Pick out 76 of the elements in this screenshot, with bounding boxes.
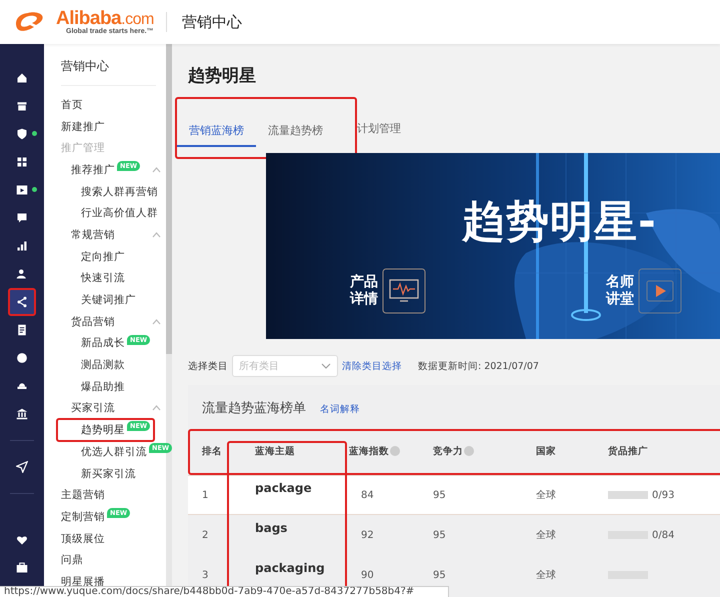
- table-cell: 3: [202, 570, 208, 580]
- sidebar-item[interactable]: 买家引流: [61, 398, 163, 420]
- table-cell: 84: [361, 490, 374, 500]
- table-cell: 2: [202, 530, 208, 540]
- sidebar-item[interactable]: 爆品助推: [61, 376, 127, 398]
- tab[interactable]: 营销蓝海榜: [177, 115, 256, 147]
- filter-label: 选择类目: [188, 360, 228, 372]
- document-icon: [16, 324, 28, 336]
- banner-label: 名师: [606, 274, 634, 290]
- sidebar-item[interactable]: 测品测款: [61, 354, 127, 376]
- sidebar-item[interactable]: 定向推广: [61, 246, 127, 268]
- share-icon: [16, 296, 28, 308]
- play-icon: [638, 268, 682, 314]
- sidebar-item[interactable]: 新买家引流: [61, 462, 138, 484]
- banner-headline: 趋势明星-: [462, 196, 657, 249]
- home-icon: [16, 72, 28, 84]
- sidebar-item[interactable]: 行业高价值人群: [61, 202, 160, 224]
- sidebar-item[interactable]: 新建推广: [61, 116, 107, 138]
- table-cell: 95: [433, 530, 446, 540]
- table-cell: package: [255, 481, 312, 495]
- nav-item[interactable]: [8, 288, 36, 316]
- table-cell: 0/84: [652, 530, 674, 540]
- table-cell: 92: [361, 530, 374, 540]
- banner-label: 产品: [350, 274, 378, 290]
- page-title: 趋势明星: [188, 65, 257, 87]
- banner-label: 详情: [350, 291, 378, 307]
- column-header: 蓝海主题: [255, 444, 295, 458]
- table-cell: bags: [255, 521, 288, 535]
- sidebar-item[interactable]: 首页: [61, 94, 85, 116]
- banner-label: 讲堂: [606, 291, 634, 307]
- sidebar-group-label: 推广管理: [61, 141, 106, 156]
- bar-chart-icon: [16, 240, 28, 252]
- person-icon: [16, 268, 28, 280]
- app-title: 营销中心: [182, 12, 242, 32]
- banner[interactable]: 趋势明星- 产品 详情 名师 讲堂: [266, 153, 720, 339]
- column-header: 竞争力: [433, 444, 463, 458]
- table-cell: 1: [202, 490, 208, 500]
- store-icon: [16, 100, 28, 112]
- sidebar-title: 营销中心: [61, 58, 156, 86]
- clear-link[interactable]: 清除类目选择: [342, 360, 402, 372]
- column-header: 国家: [536, 444, 556, 458]
- table-cell: 95: [433, 570, 446, 580]
- table-cell: 0/93: [652, 490, 674, 500]
- column-header: 货品推广: [608, 444, 648, 458]
- scrollbar-thumb[interactable]: [166, 44, 172, 354]
- send-icon: [16, 461, 28, 473]
- shield-icon: [16, 128, 28, 140]
- column-header: 排名: [202, 444, 222, 458]
- sidebar-item[interactable]: 主题营销: [61, 484, 107, 506]
- tab[interactable]: 计划管理: [357, 113, 401, 145]
- bank-icon: [16, 408, 28, 420]
- table-cell-text: 全球: [536, 528, 556, 542]
- update-time: 数据更新时间: 2021/07/07: [418, 360, 539, 372]
- chevron-icon: [321, 363, 331, 369]
- sidebar-item[interactable]: 关键词推广: [61, 289, 138, 311]
- table-cell: 90: [361, 570, 374, 580]
- table-cell-text: 全球: [536, 488, 556, 502]
- briefcase-icon: [16, 562, 28, 574]
- sidebar-item[interactable]: 顶级展位: [61, 528, 107, 550]
- chat-icon: [16, 212, 28, 224]
- sidebar-item[interactable]: 问鼎: [61, 549, 85, 572]
- monitor-icon: [382, 268, 426, 314]
- column-header: 蓝海指数: [349, 444, 389, 458]
- video-icon: [16, 184, 28, 196]
- table-title: 流量趋势蓝海榜单: [202, 400, 306, 417]
- grid-icon: [16, 156, 28, 168]
- table-cell: packaging: [255, 561, 325, 575]
- sidebar-item[interactable]: 货品营销: [61, 310, 163, 333]
- sidebar-item[interactable]: 搜索人群再营销: [61, 180, 160, 202]
- sidebar-item[interactable]: 快速引流: [61, 268, 127, 290]
- heart-icon: [16, 534, 28, 546]
- sidebar-item[interactable]: 常规营销: [61, 224, 163, 246]
- tab[interactable]: 流量趋势榜: [268, 115, 323, 147]
- table-cell-text: 全球: [536, 568, 556, 582]
- table-cell: 95: [433, 490, 446, 500]
- help-link[interactable]: 名词解释: [320, 403, 360, 416]
